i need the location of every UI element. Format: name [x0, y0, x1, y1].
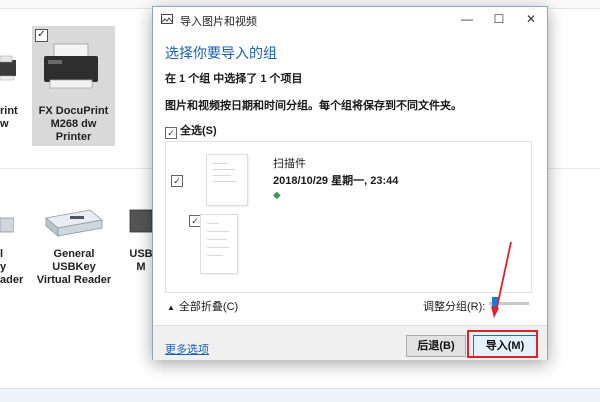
title-bar[interactable]: 导入图片和视频 — ☐ ✕ [153, 7, 547, 31]
usb-drive-icon [40, 206, 106, 242]
group-slider[interactable] [489, 297, 529, 311]
dialog-footer: 更多选项 后退(B) 导入(M) [153, 325, 547, 360]
printer-icon[interactable] [0, 50, 16, 84]
device-reader-partial[interactable]: l y ader [0, 248, 23, 287]
collapse-all-label: 全部折叠(C) [178, 301, 239, 313]
device-printer-partial[interactable]: rint w [0, 105, 20, 131]
more-options-link[interactable]: 更多选项 [165, 341, 209, 357]
minimize-button[interactable]: — [451, 7, 483, 31]
dialog-title: 导入图片和视频 [180, 16, 257, 28]
status-bar [0, 388, 600, 402]
device-general-usbkey[interactable]: General USBKey Virtual Reader [34, 248, 114, 287]
dialog-heading: 选择你要导入的组 [165, 45, 277, 61]
collapse-all-button[interactable]: ▲ 全部折叠(C) [167, 298, 238, 314]
device-checkbox[interactable]: ✓ [35, 29, 48, 42]
close-button[interactable]: ✕ [515, 7, 547, 31]
adjust-group-label: 调整分组(R): [423, 301, 486, 313]
group-list: ✓ ✓ [165, 141, 532, 293]
slider-thumb[interactable] [492, 297, 498, 310]
highlight-box [467, 330, 538, 358]
group-description: 图片和视频按日期和时间分组。每个组将保存到不同文件夹。 [165, 100, 462, 112]
group-name: 扫描件 [273, 158, 306, 170]
add-tag-link[interactable]: ◆ [273, 189, 283, 201]
select-all-label: 全选(S) [180, 125, 217, 137]
device-fx-docuprint[interactable]: FX DocuPrint M268 dw Printer [32, 105, 115, 144]
checkbox-icon: ✓ [165, 127, 177, 139]
back-button[interactable]: 后退(B) [406, 335, 466, 357]
chevron-up-icon: ▲ [167, 303, 175, 312]
device-usb-partial[interactable]: USB M [128, 248, 154, 274]
photos-app-icon [161, 14, 173, 24]
tag-icon: ◆ [273, 190, 281, 201]
scan-thumbnail[interactable] [200, 214, 238, 274]
scan-thumbnail[interactable] [206, 154, 248, 206]
minimize-icon: — [461, 12, 473, 26]
selection-info: 在 1 个组 中选择了 1 个项目 [165, 73, 303, 85]
printer-icon [40, 42, 102, 94]
group-date: 2018/10/29 星期一, 23:44 [273, 175, 399, 187]
select-all-checkbox[interactable]: ✓ 全选(S) [165, 122, 217, 139]
close-icon: ✕ [525, 12, 537, 26]
drive-icon [0, 212, 15, 234]
maximize-button[interactable]: ☐ [483, 7, 515, 31]
usb-device-icon [128, 206, 153, 236]
group-checkbox[interactable]: ✓ [171, 175, 183, 187]
import-dialog: 导入图片和视频 — ☐ ✕ 选择你要导入的组 在 1 个组 中选择了 1 个项目… [152, 6, 548, 360]
maximize-icon: ☐ [493, 12, 505, 26]
